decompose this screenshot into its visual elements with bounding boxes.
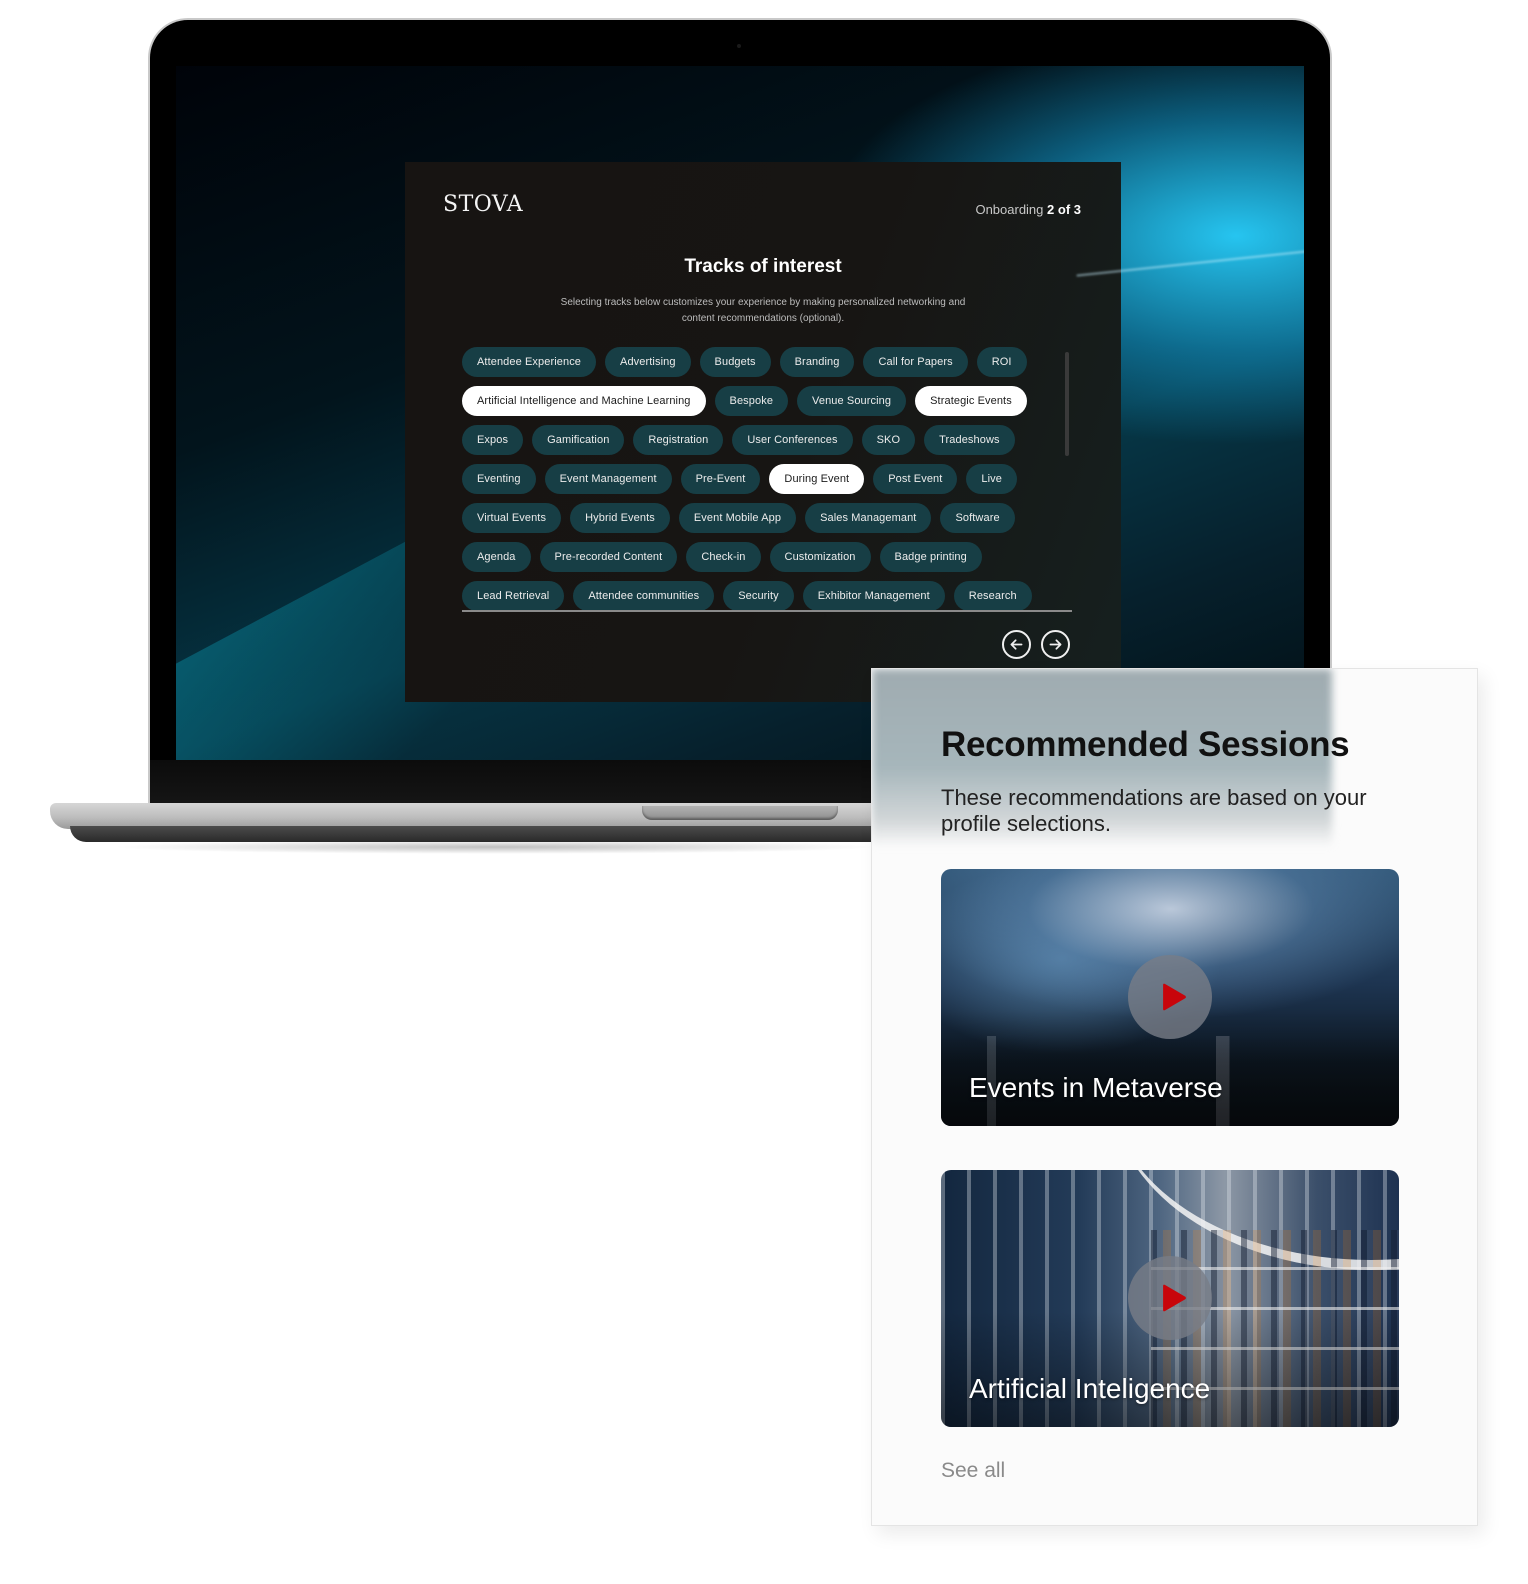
track-chip[interactable]: Registration (633, 425, 724, 455)
track-chip[interactable]: Post Event (873, 464, 958, 494)
track-chips: Attendee Experience Advertising Budgets Bra… (462, 347, 1062, 610)
track-chip[interactable]: Venue Sourcing (797, 386, 907, 416)
track-chip[interactable]: Gamification (532, 425, 625, 455)
track-chip[interactable]: Advertising (605, 347, 691, 377)
track-chip[interactable]: Badge printing (879, 542, 982, 572)
track-chip[interactable]: Sales Managemant (805, 503, 932, 533)
play-button[interactable] (1128, 1256, 1212, 1340)
play-button[interactable] (1128, 955, 1212, 1039)
tracks-list: Attendee Experience Advertising Budgets Bra… (462, 347, 1072, 612)
track-chip[interactable]: Exhibitor Management (802, 581, 945, 610)
track-chip[interactable]: Live (966, 464, 1018, 494)
stova-logo: STOVA (443, 192, 524, 217)
track-chip[interactable]: Software (940, 503, 1015, 533)
laptop-notch (642, 806, 838, 820)
next-button[interactable] (1041, 630, 1070, 659)
session-card[interactable]: Events in Metaverse (941, 869, 1399, 1126)
see-all-link[interactable]: See all (941, 1459, 1005, 1483)
session-title: Artificial Inteligence (969, 1373, 1211, 1404)
track-chip[interactable]: Check-in (686, 542, 761, 572)
track-chip[interactable]: Customization (769, 542, 871, 572)
track-chip[interactable]: Pre-recorded Content (539, 542, 678, 572)
session-title: Events in Metaverse (969, 1072, 1223, 1103)
recommended-subtitle: These recommendations are based on your … (941, 785, 1367, 836)
play-icon (1163, 983, 1186, 1011)
onboarding-title: Tracks of interest (684, 256, 842, 277)
arrow-left-icon (1010, 639, 1023, 650)
step-value: 2 of 3 (1047, 202, 1081, 217)
onboarding-subtitle: Selecting tracks below customizes your e… (560, 297, 966, 324)
arrow-right-icon (1049, 639, 1062, 650)
step-label: Onboarding (975, 202, 1044, 217)
track-chip[interactable]: Branding (779, 347, 855, 377)
track-chip[interactable]: Strategic Events (915, 386, 1027, 416)
track-chip[interactable]: Tradeshows (924, 425, 1015, 455)
track-chip[interactable]: Event Management (544, 464, 672, 494)
track-chip[interactable]: Agenda (462, 542, 531, 572)
track-chip[interactable]: Lead Retrieval (462, 581, 565, 610)
onboarding-step-indicator: Onboarding 2 of 3 (975, 202, 1081, 217)
track-chip[interactable]: Call for Papers (863, 347, 968, 377)
session-card[interactable]: Artificial Inteligence (941, 1170, 1399, 1427)
track-chip[interactable]: Eventing (462, 464, 536, 494)
laptop-camera (737, 44, 741, 48)
track-chip[interactable]: Bespoke (714, 386, 789, 416)
track-chip[interactable]: Expos (462, 425, 524, 455)
track-chip[interactable]: Attendee Experience (462, 347, 597, 377)
track-chip[interactable]: Event Mobile App (678, 503, 797, 533)
track-chip[interactable]: Security (723, 581, 794, 610)
track-chip[interactable]: Hybrid Events (570, 503, 670, 533)
previous-button[interactable] (1002, 630, 1031, 659)
track-chip[interactable]: Research (953, 581, 1032, 610)
track-chip[interactable]: ROI (976, 347, 1027, 377)
onboarding-panel: STOVA Onboarding 2 of 3 Tracks of intere… (405, 162, 1121, 702)
track-chip[interactable]: User Conferences (732, 425, 853, 455)
track-chip[interactable]: SKO (861, 425, 916, 455)
track-chip[interactable]: Virtual Events (462, 503, 562, 533)
recommended-sessions-card: Recommended Sessions These recommendatio… (871, 668, 1478, 1526)
track-chip[interactable]: Budgets (699, 347, 771, 377)
track-chip[interactable]: During Event (769, 464, 865, 494)
laptop-shadow (110, 840, 880, 854)
play-icon (1163, 1284, 1186, 1312)
track-chip[interactable]: Attendee communities (573, 581, 715, 610)
track-chip[interactable]: Artificial Intelligence and Machine Lear… (462, 386, 706, 416)
track-chip[interactable]: Pre-Event (680, 464, 761, 494)
tracks-scrollbar[interactable] (1065, 352, 1069, 456)
recommended-title: Recommended Sessions (941, 725, 1350, 764)
laptop-screen: STOVA Onboarding 2 of 3 Tracks of intere… (176, 66, 1304, 760)
